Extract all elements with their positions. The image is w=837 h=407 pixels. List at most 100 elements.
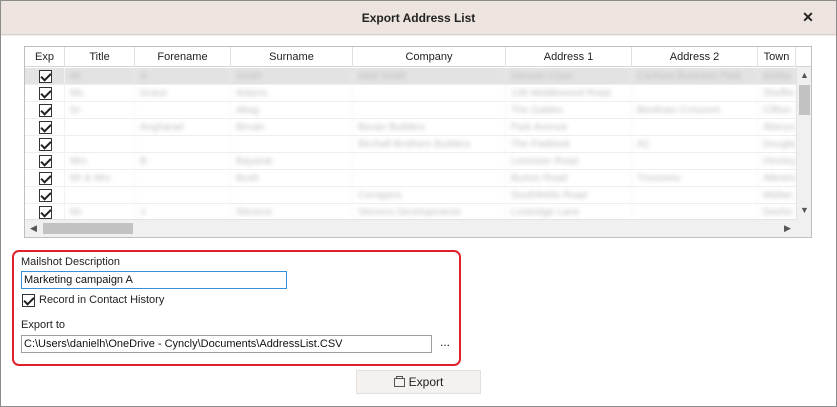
column-header-address1[interactable]: Address 1 bbox=[506, 47, 632, 67]
table-cell bbox=[632, 153, 758, 170]
column-header-title[interactable]: Title bbox=[65, 47, 135, 67]
table-cell: Trivonnes bbox=[632, 170, 758, 187]
table-cell: Park Avenue bbox=[506, 119, 632, 136]
table-cell: Beotham Crescent bbox=[632, 102, 758, 119]
table-row[interactable]: Mr A Smith A&B Smith Nerwan Court Carthew Bus… bbox=[25, 68, 796, 85]
table-cell bbox=[231, 187, 353, 204]
export-checkbox-cell bbox=[25, 85, 65, 102]
column-header-surname[interactable]: Surname bbox=[231, 47, 353, 67]
table-cell bbox=[65, 136, 135, 153]
table-cell: Burton Road bbox=[506, 170, 632, 187]
table-cell: Grace bbox=[135, 85, 231, 102]
close-icon[interactable]: ✕ bbox=[800, 9, 816, 25]
table-cell: Mrs bbox=[65, 153, 135, 170]
address-grid[interactable]: Exp Title Forename Surname Company Addre… bbox=[24, 46, 812, 238]
table-row[interactable]: Corrigans Southfields Road Midlan bbox=[25, 187, 796, 204]
column-header-company[interactable]: Company bbox=[353, 47, 506, 67]
table-cell bbox=[353, 170, 506, 187]
table-cell: Bevan bbox=[231, 119, 353, 136]
table-row[interactable]: Angharad Bevan Bevan Builders Park Avenue Ab… bbox=[25, 119, 796, 136]
table-cell bbox=[135, 187, 231, 204]
table-row[interactable]: Mr J Stevens Stevens Developments Lockridge … bbox=[25, 204, 796, 219]
table-cell: Aberyst bbox=[758, 119, 796, 136]
table-cell: Dr bbox=[65, 102, 135, 119]
scroll-right-icon[interactable]: ▶ bbox=[779, 220, 796, 237]
record-history-checkbox[interactable] bbox=[22, 294, 35, 307]
horizontal-scroll-thumb[interactable] bbox=[43, 223, 133, 234]
table-cell: Leicester Road bbox=[506, 153, 632, 170]
table-cell bbox=[231, 136, 353, 153]
table-cell: Mr & Mrs bbox=[65, 170, 135, 187]
export-checkbox-cell bbox=[25, 68, 65, 85]
export-checkbox[interactable] bbox=[39, 87, 52, 100]
browse-button[interactable]: ... bbox=[435, 335, 455, 353]
table-cell: Clifton bbox=[758, 102, 796, 119]
table-cell: Sheffie bbox=[758, 85, 796, 102]
export-checkbox[interactable] bbox=[39, 70, 52, 83]
table-cell bbox=[135, 136, 231, 153]
record-history-label[interactable]: Record in Contact History bbox=[39, 294, 164, 306]
export-checkbox-cell bbox=[25, 119, 65, 136]
table-cell: Adams bbox=[231, 85, 353, 102]
export-path-input[interactable]: C:\Users\danielh\OneDrive - Cyncly\Docum… bbox=[21, 335, 432, 353]
table-row[interactable]: Dr Akag The Gables Beotham Crescent Clifton bbox=[25, 102, 796, 119]
mailshot-description-input[interactable]: Marketing campaign A bbox=[21, 271, 287, 289]
table-cell: Birchall Brothers Builders bbox=[353, 136, 506, 153]
table-row[interactable]: Mrs B Bayanai Leicester Road Hincley bbox=[25, 153, 796, 170]
table-cell: A bbox=[135, 68, 231, 85]
table-cell: The Paddock bbox=[506, 136, 632, 153]
table-cell: A2 bbox=[632, 136, 758, 153]
table-row[interactable]: Birchall Brothers Builders The Paddock A2 D… bbox=[25, 136, 796, 153]
table-cell: Carthew Business Park bbox=[632, 68, 758, 85]
table-cell bbox=[65, 119, 135, 136]
grid-rows: Mr A Smith A&B Smith Nerwan Court Carthew Bus… bbox=[25, 68, 796, 219]
export-checkbox[interactable] bbox=[39, 138, 52, 151]
column-header-town[interactable]: Town bbox=[758, 47, 796, 67]
column-header-exp[interactable]: Exp bbox=[25, 47, 65, 67]
table-cell: Dougla bbox=[758, 136, 796, 153]
table-cell: Lockridge Lane bbox=[506, 204, 632, 219]
mailshot-description-label: Mailshot Description bbox=[21, 256, 121, 268]
table-cell: Stevens bbox=[231, 204, 353, 219]
table-cell: Nerwan Court bbox=[506, 68, 632, 85]
table-cell: Mr bbox=[65, 68, 135, 85]
table-cell: Deefor bbox=[758, 204, 796, 219]
dialog-title: Export Address List bbox=[361, 11, 476, 25]
column-header-address2[interactable]: Address 2 bbox=[632, 47, 758, 67]
table-cell bbox=[632, 187, 758, 204]
export-checkbox[interactable] bbox=[39, 104, 52, 117]
table-cell: Angharad bbox=[135, 119, 231, 136]
export-button[interactable]: Export bbox=[356, 370, 481, 394]
grid-header: Exp Title Forename Surname Company Addre… bbox=[25, 47, 811, 67]
table-cell: Alleston bbox=[758, 170, 796, 187]
title-bar: Export Address List ✕ bbox=[1, 1, 836, 35]
scroll-up-icon[interactable]: ▲ bbox=[797, 67, 811, 84]
export-checkbox[interactable] bbox=[39, 206, 52, 219]
table-cell bbox=[632, 204, 758, 219]
column-header-forename[interactable]: Forename bbox=[135, 47, 231, 67]
table-cell: Ashbu bbox=[758, 68, 796, 85]
vertical-scroll-thumb[interactable] bbox=[799, 85, 810, 115]
table-cell bbox=[65, 187, 135, 204]
scroll-down-icon[interactable]: ▼ bbox=[797, 202, 811, 219]
export-button-label: Export bbox=[408, 375, 444, 389]
horizontal-scrollbar[interactable]: ◀ ▶ bbox=[25, 219, 796, 237]
export-checkbox[interactable] bbox=[39, 189, 52, 202]
table-cell: A&B Smith bbox=[353, 68, 506, 85]
table-cell: Bevan Builders bbox=[353, 119, 506, 136]
export-checkbox[interactable] bbox=[39, 155, 52, 168]
table-cell: Smith bbox=[231, 68, 353, 85]
export-checkbox-cell bbox=[25, 136, 65, 153]
table-cell bbox=[353, 102, 506, 119]
scrollbar-corner bbox=[796, 219, 811, 237]
export-checkbox[interactable] bbox=[39, 121, 52, 134]
scroll-left-icon[interactable]: ◀ bbox=[25, 220, 42, 237]
vertical-scrollbar[interactable]: ▲ ▼ bbox=[796, 67, 811, 219]
table-cell: Midlan bbox=[758, 187, 796, 204]
table-cell bbox=[353, 153, 506, 170]
table-row[interactable]: Ms Grace Adams 139 Middlewood Road Sheffie bbox=[25, 85, 796, 102]
table-row[interactable]: Mr & Mrs Bush Burton Road Trivonnes Alleston bbox=[25, 170, 796, 187]
dialog-body: Exp Title Forename Surname Company Addre… bbox=[1, 36, 836, 406]
table-cell: B bbox=[135, 153, 231, 170]
export-checkbox[interactable] bbox=[39, 172, 52, 185]
